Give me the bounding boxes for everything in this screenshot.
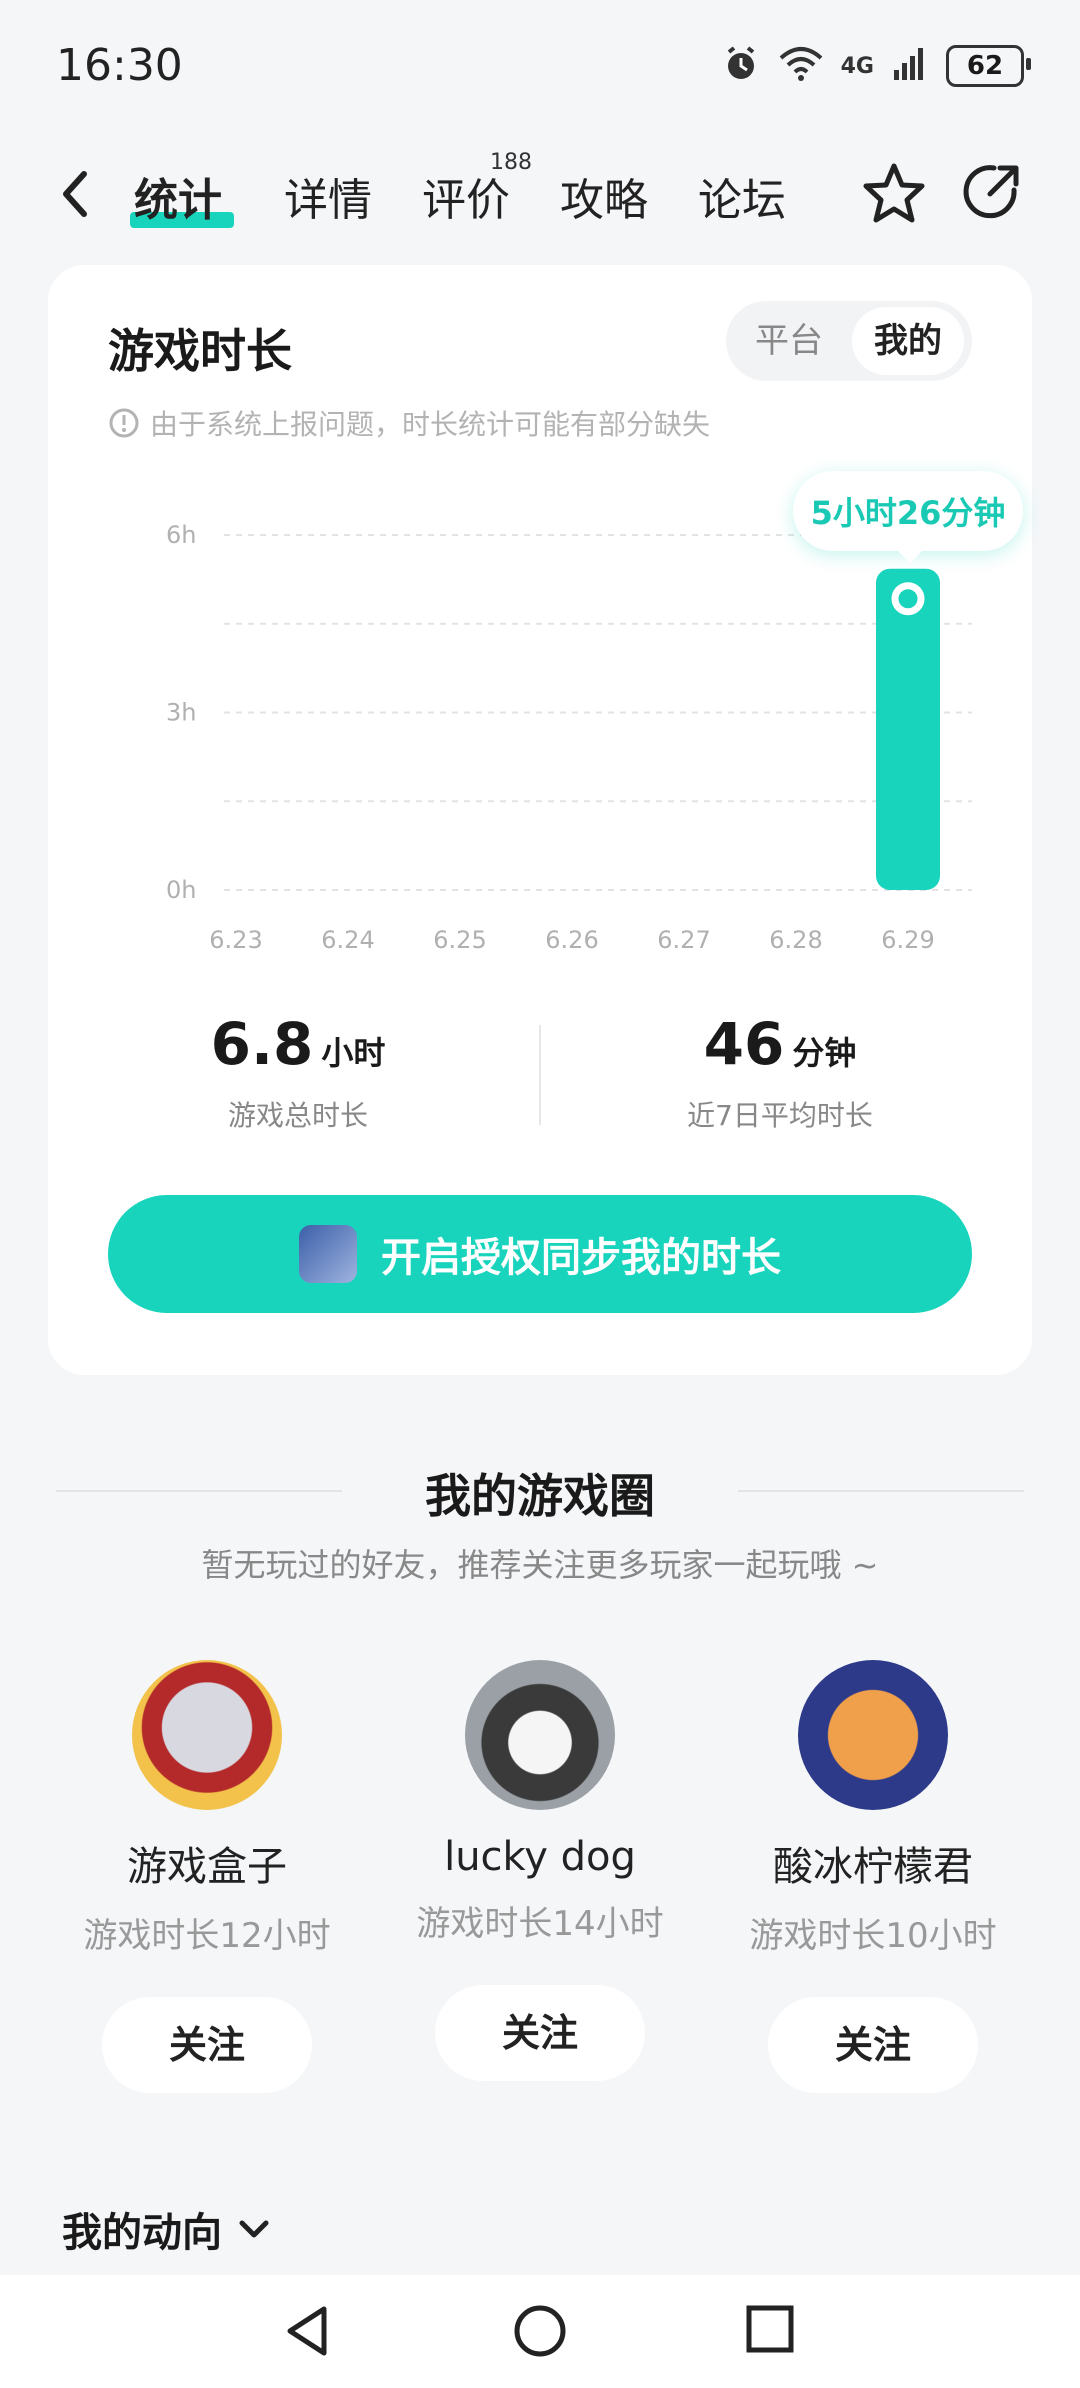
average-caption: 近7日平均时长 — [687, 1099, 873, 1132]
chevron-down-icon — [239, 2220, 269, 2238]
sync-playtime-button[interactable]: 开启授权同步我的时长 — [108, 1195, 972, 1313]
system-nav-bar — [0, 2275, 1080, 2388]
circle-home-icon — [514, 2305, 566, 2357]
friend-card: 游戏盒子 游戏时长12小时 关注 — [42, 1660, 372, 2093]
sync-button-label: 开启授权同步我的时长 — [381, 1235, 781, 1281]
activity-dropdown[interactable]: 我的动向 — [62, 2200, 272, 2258]
triangle-back-icon — [287, 2306, 327, 2356]
playtime-card: 游戏时长 平台 我的 由于系统上报问题，时长统计可能有部分缺失 6h 3h 0h 6.… — [48, 265, 1032, 1375]
y-tick-label: 6h — [166, 521, 196, 549]
chevron-left-icon — [63, 171, 87, 217]
total-playtime: 6.8 小时 游戏总时长 — [118, 1010, 478, 1134]
total-caption: 游戏总时长 — [227, 1099, 368, 1132]
friend-name: 游戏盒子 — [127, 1844, 287, 1890]
total-value: 6.8 — [210, 1010, 314, 1078]
x-tick-label: 6.28 — [769, 926, 822, 954]
section-title: 我的游戏圈 — [425, 1469, 655, 1523]
favorite-button[interactable] — [860, 160, 928, 232]
x-tick-label: 6.24 — [321, 926, 374, 954]
x-tick-label: 6.29 — [881, 926, 934, 954]
friend-playtime: 游戏时长10小时 — [749, 1916, 997, 1956]
network-type: 4G — [840, 53, 874, 79]
alarm-icon — [721, 44, 761, 88]
square-recents-icon — [746, 2305, 794, 2353]
friend-card: lucky dog 游戏时长14小时 关注 — [375, 1660, 705, 2081]
share-icon — [963, 165, 1019, 219]
wifi-icon — [779, 46, 823, 86]
top-nav: 统计 详情 评价 188 攻略 论坛 — [0, 150, 1080, 240]
x-tick-label: 6.25 — [433, 926, 486, 954]
share-button[interactable] — [960, 160, 1024, 228]
friend-name: lucky dog — [444, 1834, 636, 1880]
avatar[interactable] — [798, 1660, 948, 1810]
nav-recents-button[interactable] — [744, 2303, 796, 2359]
section-subtitle: 暂无玩过的好友，推荐关注更多玩家一起玩哦 ~ — [201, 1546, 879, 1584]
nav-back-button[interactable] — [282, 2303, 332, 2363]
x-tick-label: 6.27 — [657, 926, 710, 954]
y-tick-label: 3h — [166, 699, 196, 727]
tab-guides[interactable]: 攻略 — [560, 164, 648, 228]
review-count-badge: 188 — [490, 150, 532, 175]
back-button[interactable] — [56, 166, 92, 226]
friend-card: 酸冰柠檬君 游戏时长10小时 关注 — [708, 1660, 1038, 2093]
average-value: 46 — [703, 1010, 785, 1078]
clock: 16:30 — [56, 40, 183, 91]
friend-playtime: 游戏时长14小时 — [416, 1904, 664, 1944]
avatar[interactable] — [465, 1660, 615, 1810]
follow-button[interactable]: 关注 — [768, 1997, 978, 2093]
star-icon — [863, 163, 925, 223]
follow-button[interactable]: 关注 — [102, 1997, 312, 2093]
chart-bar[interactable] — [876, 568, 940, 890]
average-playtime: 46 分钟 近7日平均时长 — [600, 1010, 960, 1134]
avatar[interactable] — [132, 1660, 282, 1810]
signal-icon — [892, 46, 928, 86]
stats-divider — [539, 1025, 541, 1125]
follow-button[interactable]: 关注 — [435, 1985, 645, 2081]
activity-label: 我的动向 — [62, 2210, 222, 2256]
tab-details[interactable]: 详情 — [284, 164, 372, 228]
nav-home-button[interactable] — [512, 2303, 568, 2363]
bar-tooltip: 5小时26分钟 — [793, 471, 1023, 563]
friend-playtime: 游戏时长12小时 — [83, 1916, 331, 1956]
y-tick-label: 0h — [166, 876, 196, 904]
average-unit: 分钟 — [792, 1034, 857, 1072]
bar-marker — [891, 582, 925, 616]
tab-forum[interactable]: 论坛 — [698, 164, 786, 228]
friend-name: 酸冰柠檬君 — [773, 1844, 973, 1890]
status-bar: 16:30 4G 62 — [0, 0, 1080, 130]
tab-stats[interactable]: 统计 — [134, 164, 222, 228]
battery-icon: 62 — [946, 45, 1031, 87]
total-unit: 小时 — [321, 1034, 386, 1072]
game-icon — [299, 1225, 357, 1283]
x-tick-label: 6.23 — [209, 926, 262, 954]
x-tick-label: 6.26 — [545, 926, 598, 954]
